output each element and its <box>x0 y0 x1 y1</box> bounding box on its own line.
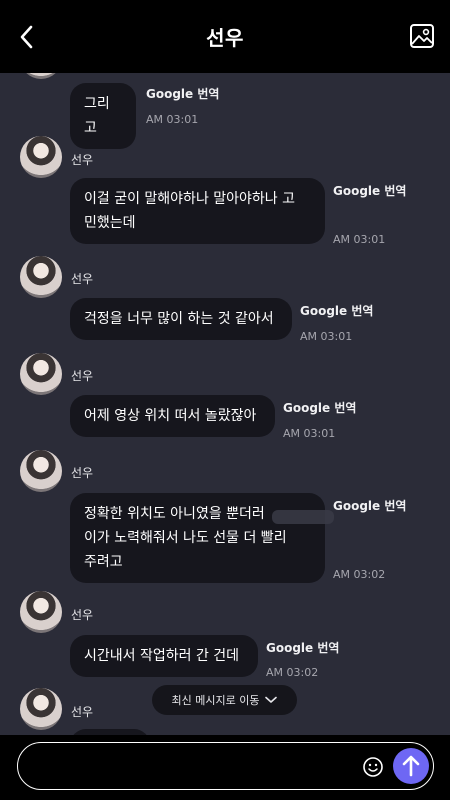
image-gallery-icon[interactable] <box>408 22 436 50</box>
avatar[interactable] <box>20 450 62 492</box>
google-translate-link[interactable]: Google 번역 <box>266 639 339 656</box>
message-time: AM 03:01 <box>146 113 199 126</box>
scroll-to-latest-button[interactable]: 최신 메시지로 이동 <box>152 685 297 715</box>
avatar[interactable] <box>20 136 62 178</box>
message-list[interactable]: 그리고 Google 번역 AM 03:01 선우 이걸 굳이 말해야하나 말아… <box>0 73 450 735</box>
sender-name: 선우 <box>71 705 94 719</box>
message-time: AM 03:01 <box>283 427 336 440</box>
sender-name: 선우 <box>71 608 94 622</box>
google-translate-link[interactable]: Google 번역 <box>146 85 219 102</box>
message-time: AM 03:01 <box>300 330 353 343</box>
avatar[interactable] <box>20 353 62 395</box>
avatar[interactable] <box>20 73 62 79</box>
top-bar: 선우 <box>0 0 450 73</box>
message-bubble: 걱정을 너무 많이 하는 것 같아서 <box>70 298 292 340</box>
sender-name: 선우 <box>71 369 94 383</box>
message-bubble: 이걸 굳이 말해야하나 말아야하나 고 민했는데 <box>70 178 325 244</box>
message-time: AM 03:02 <box>333 568 386 581</box>
scroll-to-latest-label: 최신 메시지로 이동 <box>171 694 260 707</box>
message-bubble: 정확한 위치도 아니였을 뿐더러 이가 노력해줘서 나도 선물 더 빨리 주려고 <box>70 493 325 583</box>
google-translate-link[interactable]: Google 번역 <box>333 182 406 199</box>
avatar[interactable] <box>20 256 62 298</box>
google-translate-link[interactable]: Google 번역 <box>283 399 356 416</box>
google-translate-link[interactable]: Google 번역 <box>333 497 406 514</box>
redacted-blur <box>272 510 334 524</box>
composer-bar <box>0 735 450 800</box>
message-time: AM 03:01 <box>333 233 386 246</box>
message-input[interactable] <box>36 755 360 779</box>
message-bubble: 어제 영상 위치 떠서 놀랐잖아 <box>70 395 275 437</box>
avatar[interactable] <box>20 591 62 633</box>
emoji-icon[interactable] <box>362 756 384 778</box>
message-input-box[interactable] <box>17 742 434 790</box>
message-bubble: 시간내서 작업하러 간 건데 <box>70 635 258 677</box>
message-time: AM 03:02 <box>266 666 319 679</box>
send-button[interactable] <box>393 748 429 784</box>
message-bubble: 그리고 <box>70 83 136 149</box>
google-translate-link[interactable]: Google 번역 <box>300 302 373 319</box>
chevron-down-icon <box>265 696 278 703</box>
avatar[interactable] <box>20 688 62 730</box>
sender-name: 선우 <box>71 466 94 480</box>
sender-name: 선우 <box>71 272 94 286</box>
arrow-up-icon <box>402 755 420 777</box>
page-title: 선우 <box>206 26 244 50</box>
sender-name: 선우 <box>71 153 94 167</box>
